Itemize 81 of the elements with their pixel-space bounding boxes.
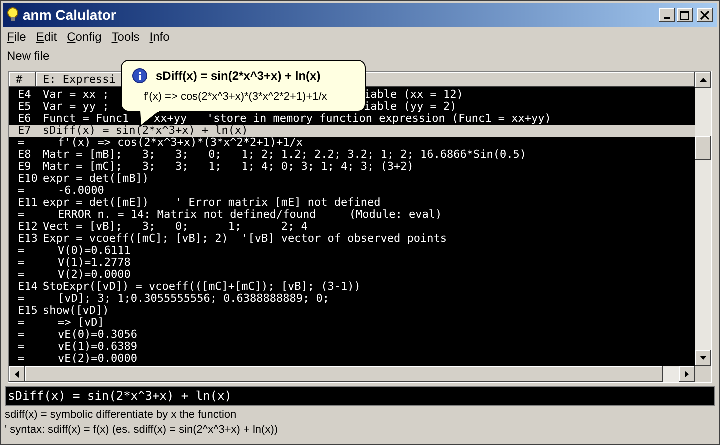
- expression-text: expr = det([mE]) ' Error matrix [mE] not defined: [43, 196, 381, 209]
- window-title: anm Calulator: [23, 6, 116, 24]
- row-number: E11: [17, 197, 39, 209]
- up-arrow-icon: [700, 78, 706, 82]
- table-row[interactable]: E7 sDiff(x) = sin(2*x^3+x) + ln(x): [9, 125, 695, 137]
- expression-text: vE(1)=0.6389: [58, 340, 138, 353]
- expression-text: -6.0000: [58, 184, 104, 197]
- expression-text: vE(0)=0.3056: [58, 328, 138, 341]
- light-bulb-icon: [7, 7, 19, 23]
- menu-item[interactable]: Edit: [36, 28, 58, 46]
- row-number: =: [17, 293, 26, 305]
- row-number: E13: [17, 233, 39, 245]
- expression-text: f'(x) => cos(2*x^3+x)*(3*x^2*2+1)+1/x: [58, 136, 304, 149]
- maximize-button[interactable]: [677, 8, 693, 22]
- expression-text: show([vD]): [43, 304, 110, 317]
- tooltip-title: sDiff(x) = sin(2*x^3+x) + ln(x): [156, 68, 321, 85]
- menu-item[interactable]: Tools: [112, 28, 140, 46]
- expression-text: Matr = [mC]; 3; 3; 1; 1; 4; 0; 3; 1; 4; 3; (3+2): [43, 160, 414, 173]
- row-number: =: [17, 341, 26, 353]
- scroll-up-button[interactable]: [695, 72, 711, 88]
- row-number: E4: [17, 89, 32, 101]
- expression-text: => [vD]: [58, 316, 104, 329]
- row-number: =: [17, 329, 26, 341]
- row-number: E10: [17, 173, 39, 185]
- right-arrow-icon: [685, 370, 689, 378]
- expression-text: vE(2)=0.0000: [58, 352, 138, 365]
- row-number: =: [17, 209, 26, 221]
- row-number: E8: [17, 149, 32, 161]
- minimize-button[interactable]: [659, 8, 675, 22]
- row-number: E15: [17, 305, 39, 317]
- scroll-right-button[interactable]: [679, 366, 695, 382]
- expression-text: Matr = [mB]; 3; 3; 0; 1; 2; 1.2; 2.2; 3.2; 1; 2; 16.6866*Sin(0.5): [43, 148, 526, 161]
- row-number: E9: [17, 161, 32, 173]
- expression-text: Funct = Func1: [43, 112, 130, 125]
- close-button[interactable]: [697, 8, 713, 22]
- expression-text: sDiff(x) = sin(2*x^3+x) + ln(x): [43, 124, 248, 137]
- row-number: =: [17, 353, 26, 365]
- scroll-left-button[interactable]: [9, 366, 25, 382]
- row-number: =: [17, 317, 26, 329]
- row-number: =: [17, 257, 26, 269]
- column-header[interactable]: #: [9, 72, 36, 87]
- row-number: =: [17, 269, 26, 281]
- expression-text: iable (yy = 2): [364, 101, 457, 113]
- expression-text: V(2)=0.0000: [58, 268, 131, 281]
- menu-item[interactable]: Info: [150, 28, 170, 46]
- row-number: E14: [17, 281, 39, 293]
- expression-text: ERROR n. = 14: Matrix not defined/found (Module: eval): [58, 208, 442, 221]
- tooltip-text: f'(x) => cos(2*x^3+x)*(3*x^2*2+1)+1/x: [143, 90, 328, 105]
- menu-item[interactable]: File: [7, 28, 26, 46]
- info-icon: [132, 68, 148, 84]
- down-arrow-icon: [700, 356, 706, 360]
- row-number: =: [17, 245, 26, 257]
- vertical-scrollbar[interactable]: [695, 72, 711, 366]
- minimize-icon: [664, 17, 670, 19]
- expression-text: Expr = vcoeff([mC]; [vB]; 2) '[vB] vector of observed points: [43, 232, 447, 245]
- status-text: sdiff(x) = symbolic differentiate by x the function: [5, 408, 238, 423]
- left-arrow-icon: [15, 370, 19, 378]
- new-file-button[interactable]: New file: [7, 47, 50, 65]
- expression-text: iable (xx = 12): [364, 89, 464, 101]
- row-number: E7: [17, 125, 32, 137]
- expression-text: [vD]; 3; 1;0.3055555556; 0.6388888889; 0;: [58, 292, 330, 305]
- row-number: E5: [17, 101, 32, 113]
- scroll-thumb[interactable]: [695, 136, 711, 160]
- expression-text: V(0)=0.6111: [58, 244, 131, 257]
- expression-input[interactable]: sDiff(x) = sin(2*x^3+x) + ln(x): [5, 386, 715, 406]
- expression-text: Var = xx ;: [43, 88, 110, 101]
- row-number: E6: [17, 113, 32, 125]
- expression-text: expr = det([mB]): [43, 172, 149, 185]
- expression-text: Vect = [vB]; 3; 0; 1; 2; 4: [43, 220, 308, 233]
- expression-text: V(1)=1.2778: [58, 256, 131, 269]
- maximize-icon: [680, 10, 690, 20]
- scroll-down-button[interactable]: [695, 350, 711, 366]
- row-number: =: [17, 137, 26, 149]
- expression-text: Var = yy ;: [43, 100, 110, 113]
- close-icon: [700, 10, 710, 20]
- row-number: E12: [17, 221, 39, 233]
- expression-text: StoExpr([vD]) = vcoeff(([mC]+[mC]); [vB]; (3-1)): [43, 280, 361, 293]
- status-text: ' syntax: sdiff(x) = f(x) (es. sdiff(x) = sin(2^x^3+x) + ln(x)): [5, 423, 280, 438]
- menu-item[interactable]: Config: [67, 28, 102, 46]
- expression-text: xx+yy 'store in memory function expression (Func1 = xx+yy): [154, 113, 552, 125]
- row-number: =: [17, 185, 26, 197]
